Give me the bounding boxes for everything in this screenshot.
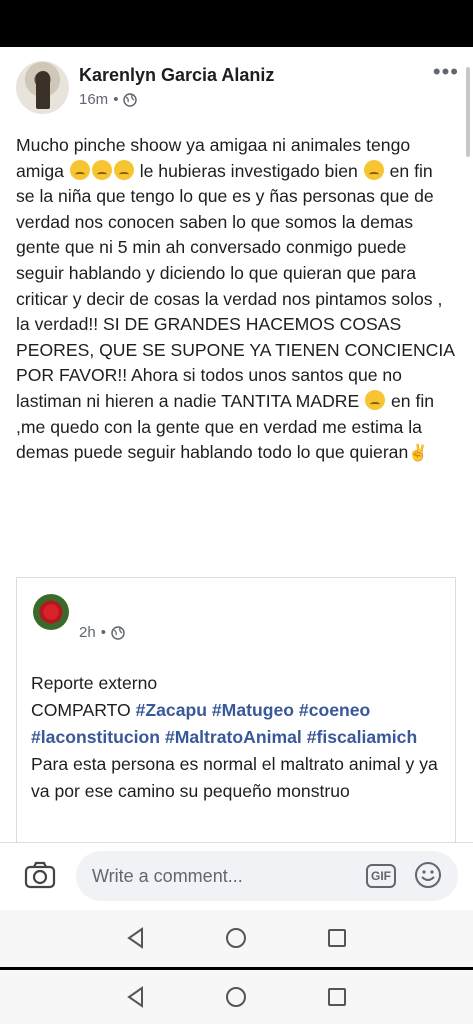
hashtag-link[interactable]: #fiscaliamich — [307, 727, 418, 747]
globe-icon — [123, 92, 138, 107]
home-icon[interactable] — [224, 985, 248, 1009]
smiley-icon[interactable] — [414, 861, 442, 889]
system-nav-bar — [0, 970, 473, 1024]
sad-emoji-icon — [91, 159, 112, 180]
shared-body: Para esta persona es normal el maltrato … — [31, 754, 438, 801]
shared-author-avatar[interactable] — [33, 594, 69, 630]
gif-button[interactable]: GIF — [366, 864, 396, 888]
post-text-part: en fin se la niña que tengo lo que es y … — [16, 160, 455, 411]
sad-emoji-icon — [365, 389, 386, 410]
post-text: Mucho pinche shoow ya amigaa ni animales… — [16, 133, 456, 467]
author-name[interactable]: Karenlyn Garcia Alaniz — [79, 65, 274, 86]
home-icon[interactable] — [224, 926, 248, 950]
shared-line-1: Reporte externo — [31, 673, 158, 693]
post-header: Karenlyn Garcia Alaniz 16m • ••• — [16, 61, 459, 115]
post-meta: 16m • — [79, 91, 138, 108]
hashtag-link[interactable]: #MaltratoAnimal — [165, 727, 302, 747]
shared-hashtags: COMPARTO #Zacapu #Matugeo #coeneo #lacon… — [31, 697, 441, 751]
sad-emoji-icon — [69, 159, 90, 180]
hashtag-link[interactable]: #Zacapu — [136, 700, 207, 720]
comment-bar: Write a comment... GIF — [0, 842, 473, 911]
compart-label: COMPARTO — [31, 700, 136, 720]
hashtag-link[interactable]: #coeneo — [299, 700, 370, 720]
more-options-icon[interactable]: ••• — [433, 61, 459, 83]
back-icon[interactable] — [124, 926, 148, 950]
shared-time[interactable]: 2h — [79, 624, 96, 641]
screen: Karenlyn Garcia Alaniz 16m • ••• Mucho p… — [0, 47, 473, 967]
camera-icon[interactable] — [24, 861, 56, 889]
hashtag-link[interactable]: #laconstitucion — [31, 727, 160, 747]
smirk-emoji-icon — [363, 159, 384, 180]
hashtag-link[interactable]: #Matugeo — [212, 700, 294, 720]
sad-emoji-icon — [113, 159, 134, 180]
recents-icon[interactable] — [325, 926, 349, 950]
recents-icon[interactable] — [325, 985, 349, 1009]
back-icon[interactable] — [124, 985, 148, 1009]
shared-text: Reporte externo COMPARTO #Zacapu #Matuge… — [31, 670, 441, 805]
scrollbar[interactable] — [466, 67, 470, 157]
author-avatar[interactable] — [16, 61, 69, 114]
globe-icon — [111, 625, 125, 640]
comment-input[interactable]: Write a comment... GIF — [76, 851, 458, 901]
crossed-fingers-icon: ✌ — [408, 445, 429, 463]
comment-placeholder: Write a comment... — [92, 866, 243, 886]
shared-meta: 2h • — [79, 624, 125, 641]
inner-nav-bar — [0, 910, 473, 967]
post-text-part: le hubieras investigado bien — [134, 160, 363, 181]
post-time[interactable]: 16m — [79, 91, 108, 108]
